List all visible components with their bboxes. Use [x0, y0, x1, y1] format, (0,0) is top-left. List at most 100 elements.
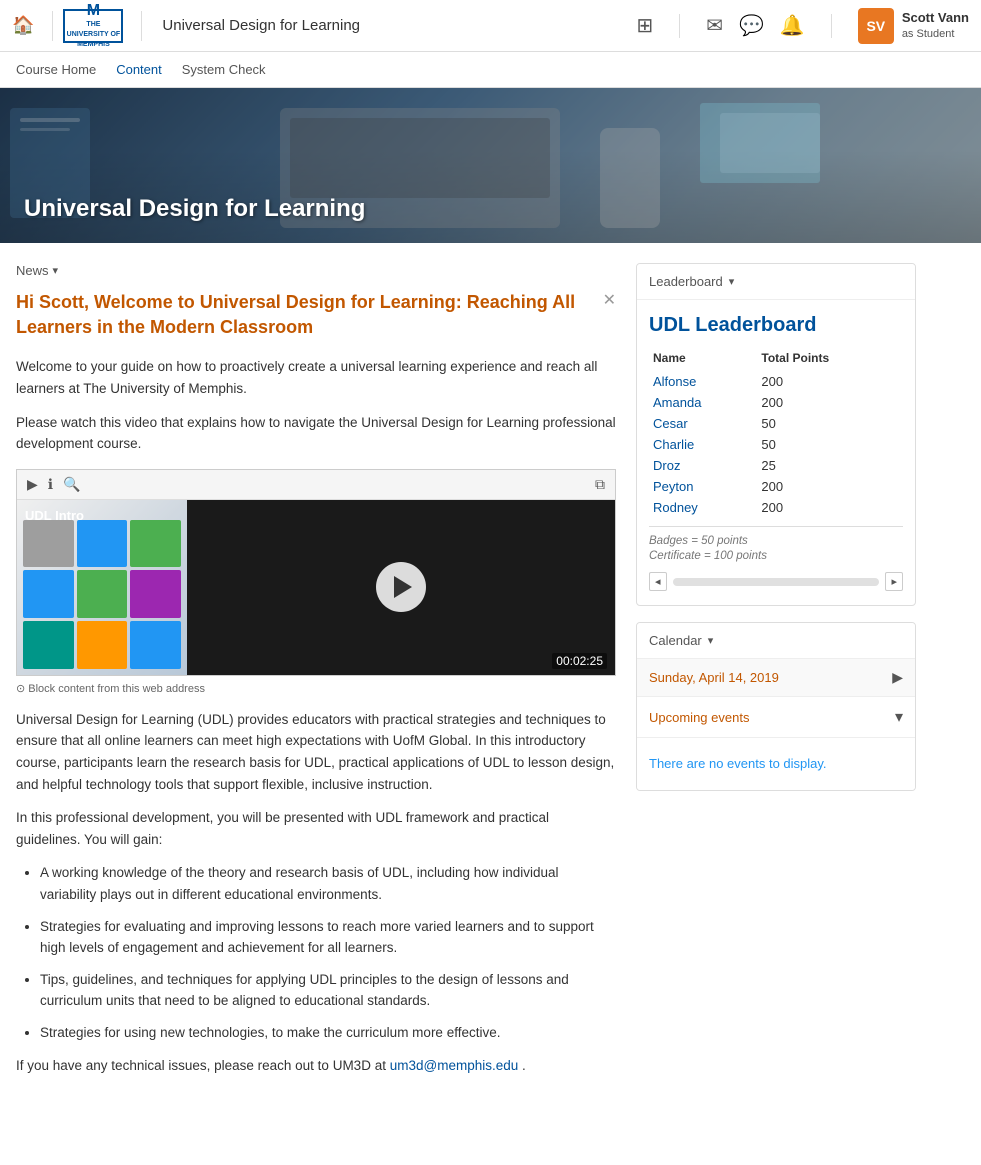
list-item: Strategies for evaluating and improving …	[40, 916, 616, 959]
contact-paragraph: If you have any technical issues, please…	[16, 1055, 616, 1077]
lb-name: Alfonse	[649, 371, 757, 392]
nav-divider-2	[141, 11, 142, 41]
bullet-list: A working knowledge of the theory and re…	[40, 862, 616, 1043]
calendar-card: Calendar ▾ Sunday, April 14, 2019 ▶ Upco…	[636, 622, 916, 791]
leaderboard-row: Amanda200	[649, 392, 903, 413]
lb-divider	[649, 526, 903, 527]
close-button[interactable]: ✕	[603, 290, 616, 310]
lb-points: 200	[757, 476, 903, 497]
lb-points: 25	[757, 455, 903, 476]
video-controls: ▶ ℹ 🔍 ⧉	[17, 470, 615, 500]
course-title: Universal Design for Learning	[162, 17, 360, 34]
system-check-link[interactable]: System Check	[182, 62, 266, 77]
leaderboard-row: Charlie50	[649, 434, 903, 455]
nav-divider-3	[679, 14, 680, 38]
upcoming-label: Upcoming events	[649, 710, 749, 725]
lb-col-name: Name	[649, 349, 757, 371]
video-duration: 00:02:25	[552, 653, 607, 669]
content-area: News ▾ ✕ Hi Scott, Welcome to Universal …	[16, 263, 636, 1077]
search-control-icon[interactable]: 🔍	[63, 476, 80, 493]
banner-title: Universal Design for Learning	[24, 195, 365, 223]
grid-icon[interactable]: ⊞	[636, 13, 653, 38]
leaderboard-card-header: Leaderboard ▾	[637, 264, 915, 300]
news-chevron-icon[interactable]: ▾	[53, 264, 59, 277]
lb-scroll-area: ◂ ▸	[649, 572, 903, 591]
lb-scroll-right-btn[interactable]: ▸	[885, 572, 903, 591]
list-item: Tips, guidelines, and techniques for app…	[40, 969, 616, 1012]
course-home-link[interactable]: Course Home	[16, 62, 96, 77]
contact-email-link[interactable]: um3d@memphis.edu	[390, 1058, 519, 1073]
video-play-area[interactable]: 00:02:25	[187, 500, 615, 675]
video-caption: ⊙ Block content from this web address	[16, 682, 616, 695]
lb-name: Cesar	[649, 413, 757, 434]
lb-scrollbar[interactable]	[673, 578, 880, 586]
info-icon[interactable]: ℹ	[48, 476, 53, 493]
mail-icon[interactable]: ✉	[706, 13, 723, 38]
nav-divider-4	[831, 14, 832, 38]
no-events-text: There are no events to display.	[649, 756, 827, 771]
lb-name: Amanda	[649, 392, 757, 413]
leaderboard-row: Rodney200	[649, 497, 903, 518]
leaderboard-row: Cesar50	[649, 413, 903, 434]
leaderboard-header-label: Leaderboard	[649, 274, 723, 289]
lb-points: 200	[757, 392, 903, 413]
lb-name: Rodney	[649, 497, 757, 518]
home-icon[interactable]: 🏠	[12, 15, 34, 36]
user-info: Scott Vann as Student	[902, 10, 969, 41]
leaderboard-card: Leaderboard ▾ UDL Leaderboard Name Total…	[636, 263, 916, 606]
contact-text: If you have any technical issues, please…	[16, 1058, 386, 1073]
leaderboard-table: Name Total Points Alfonse200Amanda200Ces…	[649, 349, 903, 518]
body-paragraph-2: In this professional development, you wi…	[16, 807, 616, 850]
chat-icon[interactable]: 💬	[739, 13, 764, 38]
play-button[interactable]	[376, 562, 426, 612]
leaderboard-row: Droz25	[649, 455, 903, 476]
lb-points: 200	[757, 371, 903, 392]
user-name: Scott Vann	[902, 10, 969, 27]
external-link-icon[interactable]: ⧉	[595, 476, 605, 493]
leaderboard-title: UDL Leaderboard	[649, 314, 903, 337]
sidebar: Leaderboard ▾ UDL Leaderboard Name Total…	[636, 263, 916, 1077]
play-control-icon[interactable]: ▶	[27, 476, 38, 493]
leaderboard-row: Alfonse200	[649, 371, 903, 392]
course-navigation: Course Home Content System Check	[0, 52, 981, 88]
lb-scroll-left-btn[interactable]: ◂	[649, 572, 667, 591]
university-logo: M THE UNIVERSITY OFMEMPHIS	[63, 9, 123, 43]
lb-col-points: Total Points	[757, 349, 903, 371]
lb-points: 50	[757, 413, 903, 434]
video-player: ▶ ℹ 🔍 ⧉ UDL Intro	[16, 469, 616, 676]
upcoming-events-row: Upcoming events ▾	[637, 697, 915, 738]
user-role: as Student	[902, 27, 969, 41]
bell-icon[interactable]: 🔔	[780, 13, 805, 38]
calendar-next-icon[interactable]: ▶	[892, 669, 903, 686]
leaderboard-card-body: UDL Leaderboard Name Total Points Alfons…	[637, 300, 915, 605]
course-banner: Universal Design for Learning	[0, 88, 981, 243]
intro-paragraph-2: Please watch this video that explains ho…	[16, 412, 616, 455]
calendar-chevron-icon[interactable]: ▾	[708, 634, 714, 647]
lb-name: Peyton	[649, 476, 757, 497]
news-header: News ▾	[16, 263, 616, 278]
lb-footnote-certificate: Certificate = 100 points	[649, 550, 903, 562]
calendar-date: Sunday, April 14, 2019	[649, 670, 779, 685]
video-thumbnail	[17, 500, 187, 675]
user-avatar: SV	[858, 8, 894, 44]
calendar-header-label: Calendar	[649, 633, 702, 648]
nav-divider-1	[52, 11, 53, 41]
list-item: Strategies for using new technologies, t…	[40, 1022, 616, 1044]
contact-period: .	[522, 1058, 526, 1073]
lb-footnote-badges: Badges = 50 points	[649, 535, 903, 547]
list-item: A working knowledge of the theory and re…	[40, 862, 616, 905]
welcome-title: Hi Scott, Welcome to Universal Design fo…	[16, 290, 616, 340]
nav-right-icons: ⊞ ✉ 💬 🔔 SV Scott Vann as Student	[636, 8, 969, 44]
lb-name: Charlie	[649, 434, 757, 455]
user-menu[interactable]: SV Scott Vann as Student	[858, 8, 969, 44]
lb-name: Droz	[649, 455, 757, 476]
content-link[interactable]: Content	[116, 62, 162, 77]
calendar-card-header: Calendar ▾	[637, 623, 915, 659]
video-label: UDL Intro	[25, 508, 84, 523]
video-screen: UDL Intro 00:	[17, 500, 615, 675]
upcoming-chevron-icon[interactable]: ▾	[895, 707, 903, 727]
main-layout: News ▾ ✕ Hi Scott, Welcome to Universal …	[0, 243, 981, 1097]
lb-points: 50	[757, 434, 903, 455]
intro-paragraph-1: Welcome to your guide on how to proactiv…	[16, 356, 616, 399]
leaderboard-chevron-icon[interactable]: ▾	[729, 275, 735, 288]
